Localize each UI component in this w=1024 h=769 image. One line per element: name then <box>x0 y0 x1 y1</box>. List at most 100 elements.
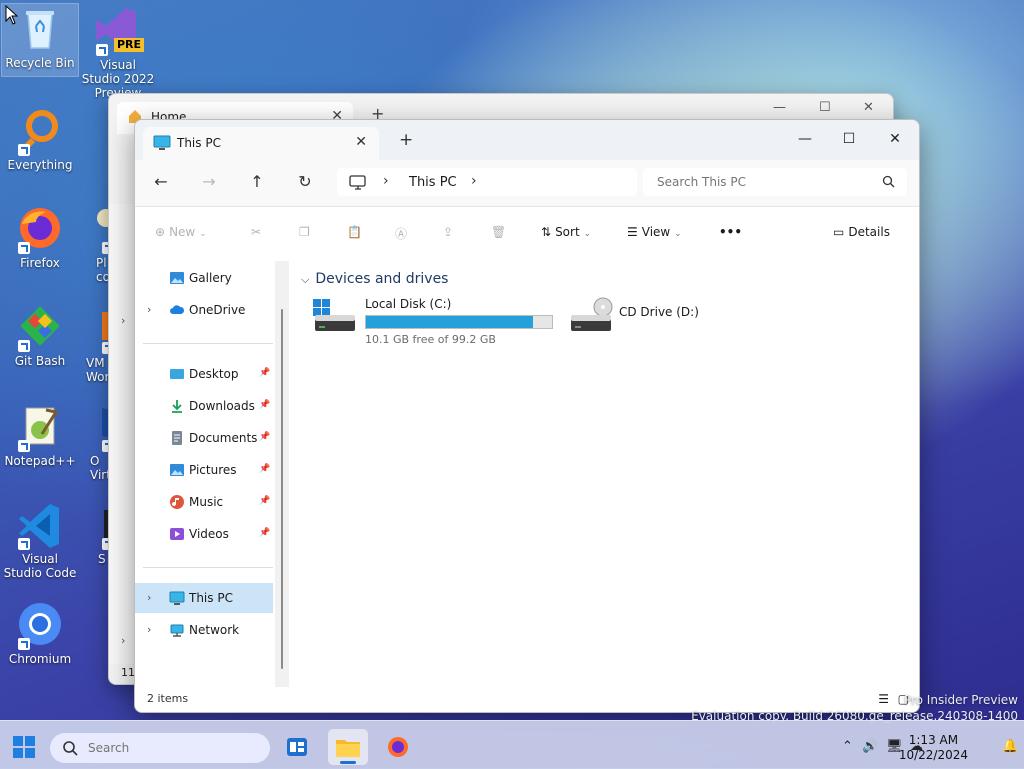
chevron-right-icon: › <box>121 314 126 327</box>
refresh-icon[interactable]: ↻ <box>293 172 317 191</box>
address-bar[interactable]: › This PC › <box>337 168 637 196</box>
close-tab-icon[interactable]: ✕ <box>355 134 367 150</box>
start-windows-icon[interactable] <box>13 736 35 758</box>
desktop-icon-notepadpp[interactable]: Notepad++ <box>2 402 78 468</box>
search-input[interactable] <box>655 174 869 190</box>
notification-bell-icon[interactable]: 🔔 <box>1002 739 1018 754</box>
desktop-icon-everything[interactable]: Everything <box>2 106 78 172</box>
chevron-right-icon[interactable]: › <box>147 623 151 636</box>
navigation-bar: ← → ↑ ↻ › This PC › <box>135 160 919 206</box>
details-button[interactable]: ▭ Details <box>833 225 890 239</box>
close-button[interactable]: ✕ <box>875 126 915 152</box>
chevron-right-icon[interactable]: › <box>147 591 151 604</box>
taskbar-search-input[interactable] <box>86 740 260 756</box>
drive-usage-fill <box>366 316 534 328</box>
pin-icon[interactable]: 📌 <box>259 464 270 474</box>
pin-icon[interactable]: 📌 <box>259 368 270 378</box>
up-arrow-icon[interactable]: ↑ <box>245 172 269 191</box>
sidebar-item-music[interactable]: Music 📌 <box>135 487 273 517</box>
chevron-down-icon[interactable]: ⌵ <box>301 273 309 287</box>
sort-icon: ⇅ <box>541 225 552 239</box>
taskbar-search[interactable] <box>50 733 270 763</box>
desktop-icon-partial-4[interactable]: S <box>80 500 110 566</box>
chevron-down-icon: ⌄ <box>583 229 592 239</box>
drive-free-space: 10.1 GB free of 99.2 GB <box>365 333 496 346</box>
sidebar-item-onedrive[interactable]: › OneDrive <box>135 295 273 325</box>
taskbar-widgets[interactable] <box>277 729 317 765</box>
pin-icon[interactable]: 📌 <box>259 528 270 538</box>
sidebar-item-documents[interactable]: Documents 📌 <box>135 423 273 453</box>
details-view-icon[interactable]: ☰ <box>878 692 889 706</box>
desktop-icon-partial-1[interactable]: Pl co <box>80 204 110 284</box>
maximize-icon[interactable]: ☐ <box>819 100 831 115</box>
taskbar: ⌃ 🔊 🖥 ☁ 1:13 AM 10/22/2024 🔔 <box>0 720 1024 769</box>
back-arrow-icon[interactable]: ← <box>149 172 173 191</box>
chevron-up-icon[interactable]: ⌃ <box>842 739 853 754</box>
share-icon[interactable]: ⇪ <box>443 225 453 239</box>
chevron-right-icon[interactable]: › <box>383 173 389 189</box>
taskbar-file-explorer[interactable] <box>328 729 368 765</box>
desktop-icon-firefox[interactable]: Firefox <box>2 204 78 270</box>
hard-drive-icon <box>313 299 355 331</box>
sidebar-scrollbar[interactable] <box>281 309 283 669</box>
sidebar-item-gallery[interactable]: Gallery <box>135 263 273 293</box>
sidebar-item-this-pc[interactable]: › This PC <box>135 583 273 613</box>
more-options-button[interactable]: ••• <box>719 225 742 239</box>
drive-tile-c[interactable]: Local Disk (C:) 10.1 GB free of 99.2 GB <box>313 297 559 346</box>
copy-icon[interactable]: ❐ <box>299 225 310 239</box>
pin-icon[interactable]: 📌 <box>259 496 270 506</box>
sidebar-item-label: Pictures <box>189 463 237 477</box>
chevron-right-icon[interactable]: › <box>147 303 151 316</box>
desktop-icon-partial-3[interactable]: O Virt <box>80 402 110 482</box>
tab-this-pc[interactable]: This PC ✕ <box>143 127 379 160</box>
chevron-right-icon[interactable]: › <box>471 173 477 189</box>
volume-icon[interactable]: 🔊 <box>862 739 878 754</box>
group-header[interactable]: ⌵ Devices and drives <box>301 271 448 287</box>
view-button-label: View <box>641 225 671 239</box>
sidebar-item-desktop[interactable]: Desktop 📌 <box>135 359 273 389</box>
minimize-button[interactable]: — <box>785 126 825 152</box>
desktop-icon-label: Everything <box>7 158 73 172</box>
pin-icon[interactable]: 📌 <box>259 400 270 410</box>
forward-arrow-icon[interactable]: → <box>197 172 221 191</box>
file-explorer-window[interactable]: This PC ✕ + — ☐ ✕ ← → ↑ ↻ › This PC › ⊕N… <box>134 119 920 713</box>
divider <box>143 343 273 344</box>
sidebar-item-downloads[interactable]: Downloads 📌 <box>135 391 273 421</box>
new-tab-button[interactable]: + <box>399 130 413 150</box>
pin-icon[interactable]: 📌 <box>259 432 270 442</box>
minimize-icon[interactable]: — <box>773 100 786 115</box>
firefox-icon <box>388 737 408 757</box>
cut-icon[interactable]: ✂ <box>251 225 261 239</box>
rename-icon[interactable]: Ⓐ <box>395 225 407 242</box>
new-button[interactable]: ⊕ New ⌄ <box>155 225 207 239</box>
sidebar-item-pictures[interactable]: Pictures 📌 <box>135 455 273 485</box>
system-clock[interactable]: 1:13 AM 10/22/2024 <box>899 733 968 763</box>
desktop-icon-vscode[interactable]: Visual Studio Code <box>2 500 78 580</box>
desktop-icon-label: Firefox <box>20 256 60 270</box>
taskbar-firefox[interactable] <box>378 729 418 765</box>
desktop-icon-chromium[interactable]: Chromium <box>2 600 78 666</box>
desktop-icon-visual-studio[interactable]: PRE Visual Studio 2022 Preview <box>80 6 156 100</box>
sort-button[interactable]: ⇅ Sort ⌄ <box>541 225 591 239</box>
item-count: 2 items <box>147 692 189 705</box>
delete-icon[interactable]: 🗑 <box>491 225 506 239</box>
search-box[interactable] <box>643 168 907 196</box>
desktop-folder-icon <box>170 369 184 379</box>
desktop-icon-partial-2[interactable]: VM Wor <box>80 304 110 384</box>
title-bar[interactable]: This PC ✕ + — ☐ ✕ <box>135 120 919 160</box>
divider <box>143 567 273 568</box>
desktop-icon-git-bash[interactable]: Git Bash <box>2 302 78 368</box>
vscode-icon <box>16 500 64 550</box>
breadcrumb-this-pc[interactable]: This PC <box>409 175 457 190</box>
chevron-right-icon: › <box>121 634 126 647</box>
drive-tile-d[interactable]: CD Drive (D:) <box>569 297 789 345</box>
maximize-button[interactable]: ☐ <box>829 126 869 152</box>
close-icon[interactable]: ✕ <box>863 100 874 115</box>
mouse-cursor-icon <box>5 5 19 25</box>
sidebar-item-videos[interactable]: Videos 📌 <box>135 519 273 549</box>
paste-icon[interactable]: 📋 <box>347 225 362 239</box>
sidebar-item-network[interactable]: › Network <box>135 615 273 645</box>
search-icon[interactable] <box>882 175 895 188</box>
view-button[interactable]: ☰ View ⌄ <box>627 225 682 239</box>
view-icon: ☰ <box>627 225 638 239</box>
